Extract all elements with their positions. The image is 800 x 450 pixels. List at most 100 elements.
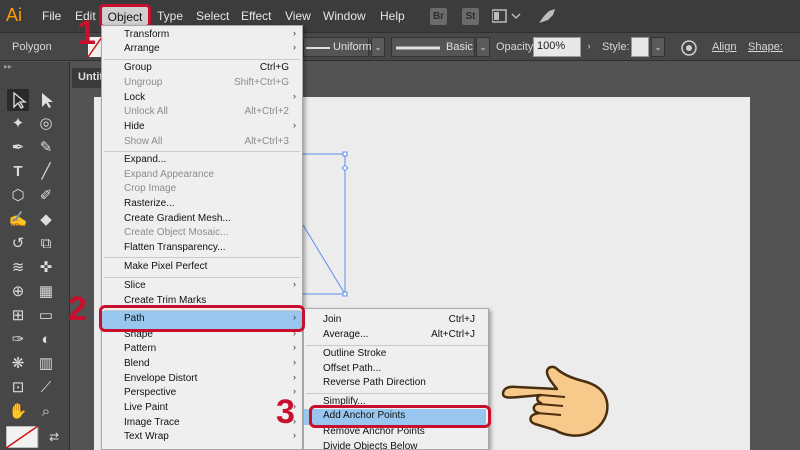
- rocket-icon[interactable]: [537, 7, 557, 25]
- menu-item-lock[interactable]: Lock ›: [102, 91, 302, 106]
- curvature-tool-icon[interactable]: ✎: [35, 137, 57, 159]
- menu-item-label: Flatten Transparency...: [124, 242, 226, 253]
- submenu-item-outline-stroke[interactable]: Outline Stroke: [304, 348, 488, 362]
- mesh-tool-icon[interactable]: ⊞: [7, 305, 29, 327]
- opacity-arrow-icon[interactable]: ›: [582, 37, 596, 57]
- brush-field[interactable]: Basic: [391, 37, 475, 57]
- paintbrush-tool-icon[interactable]: ✐: [35, 185, 57, 207]
- path-submenu: Join Ctrl+J Average... Alt+Ctrl+J Outline …: [303, 308, 489, 450]
- menu-item-create-object-mosaic[interactable]: Create Object Mosaic...: [102, 227, 302, 241]
- zoom-tool-icon[interactable]: ⌕: [35, 401, 57, 423]
- submenu-item-reverse-path-direction[interactable]: Reverse Path Direction: [304, 377, 488, 391]
- object-menu: Transform › Arrange › Group Ctrl+G Ungroup S…: [101, 25, 303, 450]
- pen-tool-icon[interactable]: ✒: [7, 137, 29, 159]
- menu-type[interactable]: Type: [157, 9, 183, 23]
- magic-wand-tool-icon[interactable]: ✦: [7, 113, 29, 135]
- submenu-arrow-icon: ›: [293, 372, 296, 382]
- stroke-line-icon: [306, 47, 330, 49]
- polygon-tool-icon[interactable]: ⬡: [7, 185, 29, 207]
- menu-item-group[interactable]: Group Ctrl+G: [102, 62, 302, 76]
- menu-item-arrange[interactable]: Arrange ›: [102, 42, 302, 57]
- submenu-item-join[interactable]: Join Ctrl+J: [304, 314, 488, 328]
- menu-item-transform[interactable]: Transform ›: [102, 28, 302, 43]
- stroke-profile-dropdown[interactable]: ⌄: [371, 37, 385, 57]
- shaper-tool-icon[interactable]: ✍: [7, 209, 29, 231]
- scale-tool-icon[interactable]: ⧉: [35, 233, 57, 255]
- menu-item-blend[interactable]: Blend ›: [102, 357, 302, 372]
- align-link[interactable]: Align: [712, 41, 736, 53]
- menu-item-image-trace[interactable]: Image Trace ›: [102, 416, 302, 431]
- menu-item-perspective[interactable]: Perspective ›: [102, 386, 302, 401]
- direct-selection-tool-icon[interactable]: [35, 89, 57, 111]
- menu-item-slice[interactable]: Slice ›: [102, 279, 302, 294]
- menu-object[interactable]: Object: [102, 10, 148, 24]
- style-dropdown[interactable]: ⌄: [651, 37, 665, 57]
- width-tool-icon[interactable]: ≋: [7, 257, 29, 279]
- recolor-icon[interactable]: [680, 39, 698, 57]
- menu-help[interactable]: Help: [380, 9, 405, 23]
- menu-item-pattern[interactable]: Pattern ›: [102, 342, 302, 357]
- menu-item-ungroup[interactable]: Ungroup Shift+Ctrl+G: [102, 77, 302, 91]
- menu-view[interactable]: View: [285, 9, 311, 23]
- menu-item-text-wrap[interactable]: Text Wrap ›: [102, 430, 302, 445]
- menu-item-shortcut: Ctrl+G: [259, 62, 289, 73]
- perspective-grid-tool-icon[interactable]: ▦: [35, 281, 57, 303]
- type-tool-icon[interactable]: T: [7, 161, 29, 183]
- menu-item-unlock-all[interactable]: Unlock All Alt+Ctrl+2: [102, 106, 302, 120]
- slice-tool-icon[interactable]: ⟋: [35, 377, 57, 399]
- line-segment-tool-icon[interactable]: ╱: [35, 161, 57, 183]
- submenu-item-offset-path[interactable]: Offset Path...: [304, 363, 488, 377]
- stroke-profile-field[interactable]: Uniform: [303, 37, 372, 57]
- menu-item-rasterize[interactable]: Rasterize...: [102, 198, 302, 212]
- menu-item-flatten-transparency[interactable]: Flatten Transparency...: [102, 242, 302, 256]
- menu-item-shortcut: Alt+Ctrl+J: [431, 329, 475, 340]
- gradient-tool-icon[interactable]: ▭: [35, 305, 57, 327]
- tools-panel-grip[interactable]: ▸▸: [4, 62, 64, 74]
- eyedropper-tool-icon[interactable]: ✑: [7, 329, 29, 351]
- menu-item-label: Perspective: [124, 387, 177, 398]
- opacity-input[interactable]: 100%: [533, 37, 581, 57]
- blend-tool-icon[interactable]: ◐: [35, 329, 57, 351]
- selection-tool-icon[interactable]: [7, 89, 29, 111]
- column-graph-tool-icon[interactable]: ▥: [35, 353, 57, 375]
- symbol-sprayer-tool-icon[interactable]: ❋: [7, 353, 29, 375]
- artboard-tool-icon[interactable]: ⊡: [7, 377, 29, 399]
- menu-item-make-pixel-perfect[interactable]: Make Pixel Perfect: [102, 261, 302, 275]
- menu-item-create-gradient-mesh[interactable]: Create Gradient Mesh...: [102, 213, 302, 227]
- fill-stroke-swatch[interactable]: [6, 426, 40, 448]
- menu-item-live-paint[interactable]: Live Paint ›: [102, 401, 302, 416]
- eraser-tool-icon[interactable]: ◆: [35, 209, 57, 231]
- submenu-item-remove-anchor-points[interactable]: Remove Anchor Points: [304, 426, 488, 440]
- menu-item-show-all[interactable]: Show All Alt+Ctrl+3: [102, 136, 302, 150]
- rotate-tool-icon[interactable]: ↺: [7, 233, 29, 255]
- menu-item-crop-image[interactable]: Crop Image: [102, 183, 302, 197]
- shape-builder-tool-icon[interactable]: ⊕: [7, 281, 29, 303]
- puppet-warp-tool-icon[interactable]: ✜: [35, 257, 57, 279]
- opacity-label[interactable]: Opacity:: [496, 41, 536, 53]
- menu-select[interactable]: Select: [196, 9, 229, 23]
- menu-item-envelope-distort[interactable]: Envelope Distort ›: [102, 372, 302, 387]
- submenu-arrow-icon: ›: [293, 279, 296, 289]
- menu-file[interactable]: File: [42, 9, 61, 23]
- lasso-tool-icon[interactable]: ◎: [35, 113, 57, 135]
- submenu-item-divide-objects-below[interactable]: Divide Objects Below: [304, 441, 488, 450]
- brush-dropdown[interactable]: ⌄: [476, 37, 490, 57]
- submenu-item-average[interactable]: Average... Alt+Ctrl+J: [304, 329, 488, 343]
- shape-link[interactable]: Shape:: [748, 41, 783, 53]
- stock-button[interactable]: St: [462, 8, 479, 25]
- menu-effect[interactable]: Effect: [241, 9, 271, 23]
- menu-window[interactable]: Window: [323, 9, 366, 23]
- menu-item-hide[interactable]: Hide ›: [102, 120, 302, 135]
- graphic-style-swatch[interactable]: [631, 37, 649, 57]
- workspace-layout-icon[interactable]: [492, 9, 522, 25]
- menu-item-expand-appearance[interactable]: Expand Appearance: [102, 169, 302, 183]
- submenu-arrow-icon: ›: [293, 28, 296, 38]
- menu-item-label: Envelope Distort: [124, 373, 198, 384]
- menu-item-label: Make Pixel Perfect: [124, 261, 208, 272]
- menu-item-expand[interactable]: Expand...: [102, 154, 302, 168]
- bridge-button[interactable]: Br: [430, 8, 447, 25]
- menu-item-label: Group: [124, 62, 152, 73]
- swap-fill-stroke-icon[interactable]: ⇄: [43, 426, 65, 448]
- hand-tool-icon[interactable]: ✋: [7, 401, 29, 423]
- illustrator-logo[interactable]: Ai: [6, 5, 22, 26]
